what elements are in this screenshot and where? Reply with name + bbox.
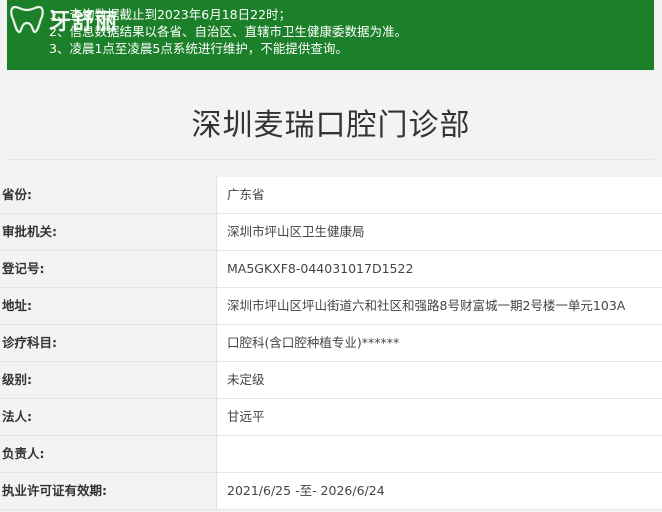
info-label: 审批机关: [0,214,217,250]
info-row-address: 地址: 深圳市坪山区坪山街道六和社区和强路8号财富城一期2号楼一单元103A [0,288,662,325]
info-label: 法人: [0,399,217,435]
info-row-authority: 审批机关: 深圳市坪山区卫生健康局 [0,214,662,251]
info-row-registration: 登记号: MA5GKXF8-044031017D1522 [0,251,662,288]
page-title: 深圳麦瑞口腔门诊部 [191,108,471,143]
info-value: 口腔科(含口腔种植专业)****** [217,325,662,361]
info-row-legal-person: 法人: 甘远平 [0,399,662,436]
info-label: 负责人: [0,436,217,472]
info-table: 省份: 广东省 审批机关: 深圳市坪山区卫生健康局 登记号: MA5GKXF8-… [0,177,662,510]
info-value: 深圳市坪山区卫生健康局 [217,214,662,250]
info-value: MA5GKXF8-044031017D1522 [217,251,662,287]
info-value [217,436,662,472]
info-value: 未定级 [217,362,662,398]
info-label: 执业许可证有效期: [0,473,217,509]
info-label: 省份: [0,177,217,213]
notice-banner: 1、查询数据截止到2023年6月18日22时； 2、信息数据结果以各省、自治区、… [7,0,654,70]
info-label: 诊疗科目: [0,325,217,361]
info-value: 广东省 [217,177,662,213]
info-row-departments: 诊疗科目: 口腔科(含口腔种植专业)****** [0,325,662,362]
info-label: 级别: [0,362,217,398]
title-divider [8,159,654,160]
info-value: 甘远平 [217,399,662,435]
info-label: 登记号: [0,251,217,287]
notice-line-3: 3、凌晨1点至凌晨5点系统进行维护，不能提供查询。 [49,41,348,56]
info-row-person-in-charge: 负责人: [0,436,662,473]
info-row-province: 省份: 广东省 [0,177,662,214]
notice-line-2: 2、信息数据结果以各省、自治区、直辖市卫生健康委数据为准。 [49,24,407,39]
info-row-license-validity: 执业许可证有效期: 2021/6/25 -至- 2026/6/24 [0,473,662,510]
info-value: 深圳市坪山区坪山街道六和社区和强路8号财富城一期2号楼一单元103A [217,288,662,324]
info-row-level: 级别: 未定级 [0,362,662,399]
info-value: 2021/6/25 -至- 2026/6/24 [217,473,662,509]
info-label: 地址: [0,288,217,324]
notice-line-1: 1、查询数据截止到2023年6月18日22时； [49,7,292,22]
